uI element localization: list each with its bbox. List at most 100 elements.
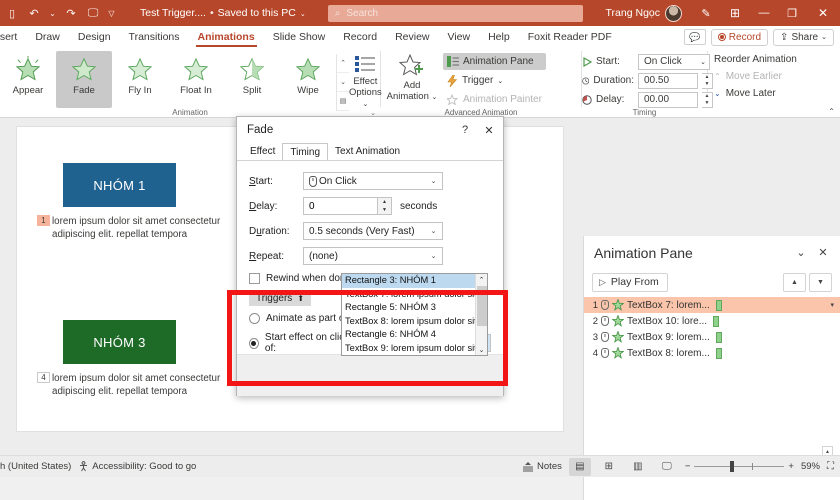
animation-float-in[interactable]: Float In — [168, 51, 224, 108]
tab-review[interactable]: Review — [386, 26, 438, 48]
tab-animations[interactable]: Animations — [189, 26, 264, 48]
gallery-scroll-down-icon[interactable]: ⌄ — [337, 73, 349, 92]
normal-view-button[interactable]: ▤ — [568, 457, 591, 476]
tab-help[interactable]: Help — [479, 26, 519, 48]
dropdown-option[interactable]: Rectangle 3: NHÓM 1 — [342, 274, 487, 288]
animation-list-item[interactable]: 4 TextBox 8: lorem... — [584, 345, 840, 361]
tab-draw[interactable]: Draw — [26, 26, 69, 48]
minimize-button[interactable]: — — [750, 0, 778, 26]
zoom-slider[interactable]: − + — [685, 461, 794, 472]
dialog-repeat-combobox[interactable]: (none) ⌄ — [303, 247, 443, 265]
dialog-tab-text-animation[interactable]: Text Animation — [328, 143, 407, 161]
share-button[interactable]: ⇪ Share ⌄ — [773, 28, 834, 46]
fit-slide-icon[interactable]: ⛶ — [827, 461, 834, 472]
animation-list-item[interactable]: 2 TextBox 10: lore... — [584, 313, 840, 329]
undo-dropdown-icon[interactable]: ⌄ — [46, 3, 59, 23]
animation-appear[interactable]: Appear — [0, 51, 56, 108]
animation-fade[interactable]: Fade — [56, 51, 112, 108]
qat-more-icon[interactable]: ▽ — [105, 3, 118, 23]
move-down-button[interactable]: ▼ — [809, 272, 832, 292]
ribbon-display-options-icon[interactable]: ⊞ — [720, 0, 750, 26]
tab-insert[interactable]: nsert — [0, 26, 26, 48]
textbox-8[interactable]: lorem ipsum dolor sit amet consectetur a… — [52, 372, 237, 398]
dropdown-option[interactable]: Rectangle 5: NHÓM 3 — [342, 301, 487, 315]
slide-sorter-view-button[interactable]: ⊞ — [598, 458, 620, 476]
triggers-button[interactable]: Triggers ⬆ — [249, 291, 312, 306]
dialog-tab-effect[interactable]: Effect — [243, 143, 282, 161]
dialog-duration-combobox[interactable]: 0.5 seconds (Very Fast) ⌄ — [303, 222, 443, 240]
play-from-button[interactable]: ▷ Play From — [592, 272, 668, 292]
animation-tag-4[interactable]: 4 — [37, 372, 50, 383]
zoom-thumb[interactable] — [730, 461, 735, 472]
comments-icon[interactable]: 💬 — [683, 29, 706, 45]
chevron-down-icon[interactable]: ⌄ — [790, 242, 812, 264]
close-icon[interactable]: ✕ — [477, 118, 501, 142]
start-combobox[interactable]: On Click ⌄ — [638, 53, 710, 70]
animate-sequence-radio[interactable] — [249, 313, 260, 324]
animation-list-item[interactable]: 3 TextBox 9: lorem... — [584, 329, 840, 345]
start-on-click-radio[interactable] — [249, 337, 259, 349]
animation-list-item[interactable]: 1 TextBox 7: lorem... ▾ — [584, 297, 840, 313]
search-box[interactable]: ⌕ Search — [327, 4, 583, 22]
document-title[interactable]: Test Trigger.... • Saved to this PC ⌄ — [140, 7, 306, 19]
notes-button[interactable]: Notes — [522, 461, 562, 472]
animation-wipe[interactable]: Wipe — [280, 51, 336, 108]
tab-transitions[interactable]: Transitions — [120, 26, 189, 48]
scroll-down-icon[interactable]: ⌄ — [476, 344, 487, 355]
pen-icon[interactable]: ✎ — [692, 0, 720, 26]
zoom-level-label[interactable]: 59% — [801, 461, 820, 472]
autosave-toggle-icon[interactable]: ▯ — [2, 3, 22, 23]
language-label[interactable]: h (United States) — [0, 461, 71, 472]
chevron-down-icon[interactable]: ▾ — [830, 301, 834, 309]
trigger-button[interactable]: Trigger ⌄ — [443, 72, 546, 89]
add-animation-button[interactable]: Add Animation ⌄ — [381, 48, 443, 110]
tab-foxit-reader-pdf[interactable]: Foxit Reader PDF — [519, 26, 621, 48]
tab-view[interactable]: View — [439, 26, 480, 48]
zoom-track[interactable] — [694, 461, 785, 472]
redo-icon[interactable]: ↷ — [61, 3, 81, 23]
textbox-7[interactable]: lorem ipsum dolor sit amet consectetur a… — [52, 215, 237, 241]
zoom-out-button[interactable]: − — [685, 461, 691, 472]
duration-input[interactable]: 00.50 — [638, 72, 698, 89]
animation-split[interactable]: Split — [224, 51, 280, 108]
slideshow-view-button[interactable]: 🖵 — [656, 458, 678, 476]
dropdown-option[interactable]: TextBox 8: lorem ipsum dolor sit amet c — [342, 315, 487, 329]
chevron-down-icon[interactable]: ⌄ — [425, 173, 442, 189]
zoom-in-button[interactable]: + — [788, 461, 794, 472]
trigger-shape-dropdown-list[interactable]: Rectangle 3: NHÓM 1 TextBox 7: lorem ips… — [341, 273, 488, 356]
tab-design[interactable]: Design — [69, 26, 120, 48]
move-later-button[interactable]: ⌄ Move Later — [708, 85, 801, 102]
shape-rectangle-5[interactable]: NHÓM 3 — [63, 320, 176, 364]
animation-fly-in[interactable]: Fly In — [112, 51, 168, 108]
chevron-down-icon[interactable]: ⌄ — [425, 223, 442, 239]
dropdown-option[interactable]: TextBox 7: lorem ipsum dolor sit amet c — [342, 288, 487, 302]
avatar[interactable] — [665, 4, 682, 22]
start-presentation-icon[interactable]: 🖵 — [83, 3, 103, 23]
delay-input[interactable]: 00.00 — [638, 91, 698, 108]
close-icon[interactable]: ✕ — [812, 242, 834, 264]
effect-options-button[interactable]: Effect Options ⌄ — [349, 48, 382, 110]
move-up-button[interactable]: ▲ — [783, 272, 806, 292]
animation-pane-button[interactable]: Animation Pane — [443, 53, 546, 70]
close-button[interactable]: ✕ — [806, 0, 840, 26]
dropdown-option[interactable]: Rectangle 6: NHÓM 4 — [342, 328, 487, 342]
chevron-down-icon[interactable]: ⌄ — [425, 248, 442, 264]
dialog-tab-timing[interactable]: Timing — [282, 143, 329, 161]
scroll-up-icon[interactable]: ⌃ — [476, 274, 487, 285]
tab-slide-show[interactable]: Slide Show — [264, 26, 335, 48]
accessibility-status[interactable]: Accessibility: Good to go — [78, 461, 196, 472]
scrollbar-thumb[interactable] — [477, 286, 487, 326]
tab-record[interactable]: Record — [334, 26, 386, 48]
restore-button[interactable]: ❐ — [778, 0, 806, 26]
ribbon-collapse-icon[interactable]: ⌃ — [828, 107, 835, 116]
gallery-scrollbar[interactable]: ⌃ ⌄ ▤ — [336, 54, 349, 111]
dialog-start-combobox[interactable]: On Click ⌄ — [303, 172, 443, 190]
rewind-checkbox[interactable] — [249, 273, 260, 284]
shape-rectangle-3[interactable]: NHÓM 1 — [63, 163, 176, 207]
dropdown-option[interactable]: TextBox 9: lorem ipsum dolor sit amet c — [342, 342, 487, 356]
record-button[interactable]: Record — [710, 28, 769, 46]
dialog-delay-input[interactable]: 0 — [303, 197, 378, 215]
animation-tag-1[interactable]: 1 — [37, 215, 50, 226]
undo-icon[interactable]: ↶ — [24, 3, 44, 23]
dropdown-scrollbar[interactable]: ⌃ ⌄ — [475, 274, 487, 355]
